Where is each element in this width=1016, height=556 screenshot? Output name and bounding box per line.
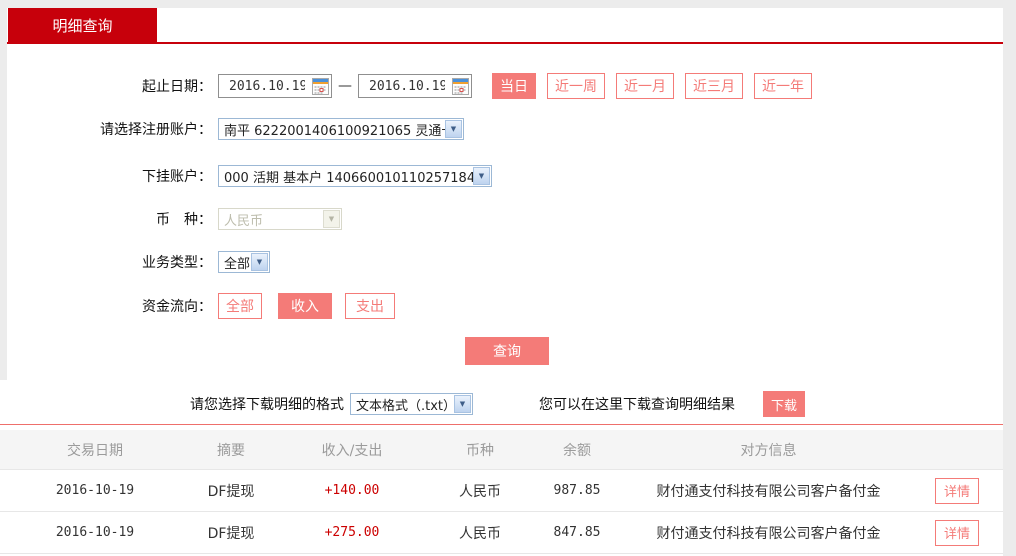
- end-date-input[interactable]: [359, 76, 445, 96]
- quick-range-year-button[interactable]: 近一年: [754, 73, 812, 99]
- table-top-divider: [0, 424, 1003, 425]
- detail-button[interactable]: 详情: [935, 477, 979, 504]
- business-type-row: 业务类型： 全部 ▼: [7, 251, 1003, 273]
- chevron-down-icon: ▼: [323, 210, 340, 228]
- sub-account-select[interactable]: 000 活期 基本户 1406600101102571848 ▼: [218, 165, 492, 187]
- fund-flow-label: 资金流向：: [142, 299, 212, 315]
- sub-account-row: 下挂账户： 000 活期 基本户 1406600101102571848 ▼: [7, 165, 1003, 187]
- cell-balance: 847.85: [553, 525, 601, 540]
- currency-value: 人民币: [224, 213, 264, 229]
- tab-detail-query[interactable]: 明细查询: [8, 8, 157, 42]
- cell-date: 2016-10-19: [55, 483, 135, 498]
- cell-counterparty: 财付通支付科技有限公司客户备付金: [656, 525, 881, 542]
- quick-range-month-button[interactable]: 近一月: [616, 73, 674, 99]
- chevron-down-icon[interactable]: ▼: [454, 395, 471, 413]
- table-row: 2016-10-19 DF提现 +140.00 人民币 987.85 财付通支付…: [0, 470, 1003, 512]
- download-format-label: 请您选择下载明细的格式: [190, 397, 344, 413]
- download-button[interactable]: 下载: [763, 391, 805, 417]
- date-range-row: 起止日期： —: [7, 73, 1003, 99]
- results-table: 交易日期 摘要 收入/支出 币种 余额 对方信息 2016-10-19 DF提现…: [0, 424, 1003, 554]
- header-amount: 收入/支出: [321, 442, 383, 459]
- quick-range-quarter-button[interactable]: 近三月: [685, 73, 743, 99]
- cell-counterparty: 财付通支付科技有限公司客户备付金: [656, 483, 881, 500]
- business-type-select[interactable]: 全部 ▼: [218, 251, 270, 273]
- cell-currency: 人民币: [459, 525, 501, 542]
- cell-summary: DF提现: [207, 483, 255, 500]
- register-account-select[interactable]: 南平 6222001406100921065 灵通卡 ▼: [218, 118, 464, 140]
- date-range-label: 起止日期：: [142, 79, 212, 95]
- header-counterparty: 对方信息: [740, 442, 797, 459]
- table-header-row: 交易日期 摘要 收入/支出 币种 余额 对方信息: [0, 430, 1003, 470]
- cell-balance: 987.85: [553, 483, 601, 498]
- end-date-field: [358, 74, 472, 98]
- cell-actions: 详情: [911, 477, 1003, 504]
- quick-range-week-button[interactable]: 近一周: [547, 73, 605, 99]
- calendar-icon[interactable]: [312, 78, 329, 95]
- download-format-select[interactable]: 文本格式（.txt） ▼: [350, 393, 473, 415]
- detail-button[interactable]: 详情: [935, 519, 979, 546]
- download-hint: 您可以在这里下载查询明细结果: [539, 397, 735, 413]
- start-date-input[interactable]: [219, 76, 305, 96]
- tab-underline: [7, 42, 1003, 44]
- register-account-label: 请选择注册账户：: [100, 122, 212, 138]
- business-type-label: 业务类型：: [142, 255, 212, 271]
- register-account-value: 南平 6222001406100921065 灵通卡: [224, 123, 455, 139]
- fund-flow-all-button[interactable]: 全部: [218, 293, 262, 319]
- tab-label: 明细查询: [52, 16, 113, 35]
- query-button[interactable]: 查询: [465, 337, 549, 365]
- cell-currency: 人民币: [459, 483, 501, 500]
- cell-amount: +140.00: [324, 483, 380, 498]
- chevron-down-icon[interactable]: ▼: [251, 253, 268, 271]
- header-date: 交易日期: [67, 442, 123, 459]
- cell-date: 2016-10-19: [55, 525, 135, 540]
- fund-flow-expense-button[interactable]: 支出: [345, 293, 395, 319]
- header-balance: 余额: [563, 442, 591, 459]
- fund-flow-income-button[interactable]: 收入: [278, 293, 332, 319]
- cell-actions: 详情: [911, 519, 1003, 546]
- sub-account-value: 000 活期 基本户 1406600101102571848: [224, 170, 484, 186]
- quick-range-today-button[interactable]: 当日: [492, 73, 536, 99]
- download-row: 请您选择下载明细的格式 文本格式（.txt） ▼ 您可以在这里下载查询明细结果 …: [7, 391, 1003, 417]
- register-account-row: 请选择注册账户： 南平 6222001406100921065 灵通卡 ▼: [7, 118, 1003, 140]
- date-separator: —: [338, 78, 352, 94]
- cell-summary: DF提现: [207, 525, 255, 542]
- chevron-down-icon[interactable]: ▼: [445, 120, 462, 138]
- sub-account-label: 下挂账户：: [142, 169, 212, 185]
- currency-row: 币 种： 人民币 ▼: [7, 208, 1003, 230]
- header-currency: 币种: [466, 442, 494, 459]
- currency-select: 人民币 ▼: [218, 208, 342, 230]
- start-date-field: [218, 74, 332, 98]
- calendar-icon[interactable]: [452, 78, 469, 95]
- cell-amount: +275.00: [324, 525, 380, 540]
- header-summary: 摘要: [217, 442, 245, 459]
- currency-label: 币 种：: [156, 212, 212, 228]
- fund-flow-row: 资金流向： 全部 收入 支出: [7, 293, 1003, 319]
- chevron-down-icon[interactable]: ▼: [473, 167, 490, 185]
- table-row: 2016-10-19 DF提现 +275.00 人民币 847.85 财付通支付…: [0, 512, 1003, 554]
